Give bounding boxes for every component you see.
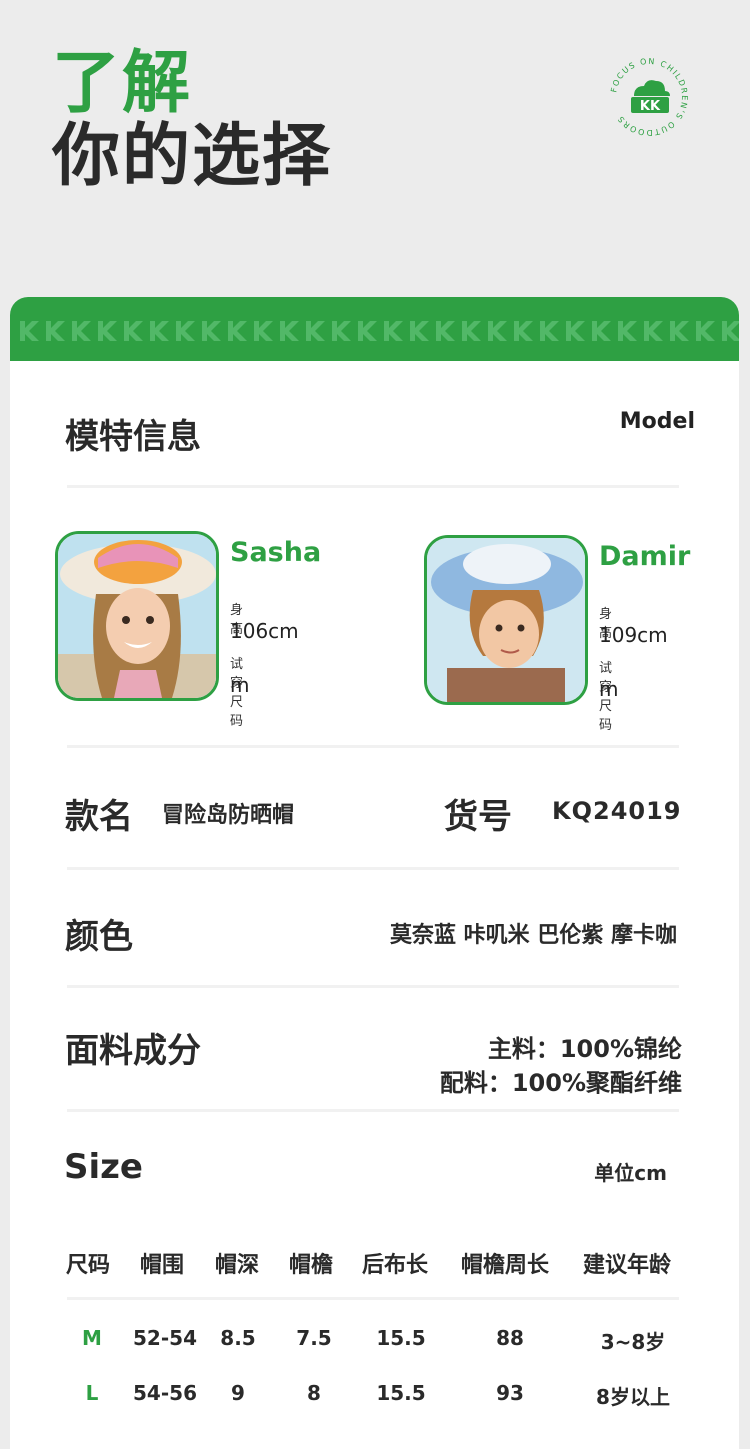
hero-title-line2: 你的选择 xyxy=(52,117,333,196)
k-pattern-mark xyxy=(98,321,117,341)
divider xyxy=(67,985,679,988)
table-cell: 7.5 xyxy=(296,1326,332,1350)
table-cell: 54-56 xyxy=(133,1381,197,1405)
k-pattern-mark xyxy=(514,321,533,341)
model-info-title: 模特信息 xyxy=(65,417,201,457)
sku-value: KQ24019 xyxy=(552,797,682,825)
k-pattern-mark xyxy=(254,321,273,341)
k-pattern-mark xyxy=(72,321,91,341)
size-header: 帽围 xyxy=(140,1253,185,1278)
model-photo-damir xyxy=(424,535,588,705)
k-pattern-band xyxy=(20,321,739,341)
k-pattern-mark xyxy=(280,321,299,341)
size-unit: 单位cm xyxy=(594,1161,667,1185)
k-pattern-mark xyxy=(644,321,663,341)
table-cell: 93 xyxy=(496,1381,524,1405)
k-pattern-mark xyxy=(150,321,169,341)
k-pattern-mark xyxy=(540,321,559,341)
model-name: Damir xyxy=(599,541,691,572)
size-header: 帽檐 xyxy=(289,1253,334,1278)
table-cell: 3~8岁 xyxy=(600,1330,666,1354)
k-pattern-mark xyxy=(618,321,637,341)
k-pattern-mark xyxy=(176,321,195,341)
k-pattern-mark xyxy=(592,321,611,341)
fabric-label: 面料成分 xyxy=(65,1031,201,1071)
table-cell: L xyxy=(85,1381,99,1405)
k-pattern-mark xyxy=(566,321,585,341)
table-cell: 8.5 xyxy=(220,1326,256,1350)
sku-label: 货号 xyxy=(444,797,512,837)
size-value: m xyxy=(230,673,250,697)
size-header: 帽深 xyxy=(215,1253,260,1278)
hero-title-line1: 了解 xyxy=(52,44,193,123)
badge-ring-text: FOCUS ON CHILDREN'S OUTDOORS xyxy=(609,57,687,137)
divider xyxy=(67,867,679,870)
badge-logo-text: KK xyxy=(640,99,661,114)
info-card: 模特信息 Model Sasha 身高 106cm 试穿尺码 m Damir 身… xyxy=(10,297,739,1449)
height-value: 109cm xyxy=(599,623,668,647)
k-pattern-mark xyxy=(332,321,351,341)
model-label-en: Model xyxy=(619,409,695,434)
size-header: 建议年龄 xyxy=(583,1253,672,1278)
product-name-label: 款名 xyxy=(65,797,133,837)
cloud-icon xyxy=(634,80,670,96)
height-value: 106cm xyxy=(230,619,299,643)
k-pattern-mark xyxy=(384,321,403,341)
k-pattern-mark xyxy=(202,321,221,341)
table-cell: 52-54 xyxy=(133,1326,197,1350)
k-pattern-mark xyxy=(358,321,377,341)
size-title: Size xyxy=(64,1147,143,1187)
color-values: 莫奈蓝 咔叽米 巴伦紫 摩卡咖 xyxy=(390,923,677,948)
table-cell: M xyxy=(82,1326,102,1350)
k-pattern-mark xyxy=(670,321,689,341)
divider xyxy=(67,745,679,748)
table-cell: 8 xyxy=(307,1381,321,1405)
fabric-main: 主料：100%锦纶 xyxy=(487,1035,682,1063)
divider xyxy=(67,485,679,488)
k-pattern-mark xyxy=(46,321,65,341)
k-pattern-mark xyxy=(306,321,325,341)
k-pattern-mark xyxy=(436,321,455,341)
k-pattern-mark xyxy=(20,321,39,341)
k-pattern-mark xyxy=(696,321,715,341)
k-pattern-mark xyxy=(488,321,507,341)
size-header: 帽檐周长 xyxy=(461,1253,550,1278)
table-cell: 15.5 xyxy=(376,1381,426,1405)
model-photo-sasha xyxy=(55,531,219,701)
table-cell: 9 xyxy=(231,1381,245,1405)
table-cell: 8岁以上 xyxy=(596,1385,670,1409)
table-cell: 15.5 xyxy=(376,1326,426,1350)
card-header-band xyxy=(10,297,739,361)
table-cell: 88 xyxy=(496,1326,524,1350)
svg-text:FOCUS ON CHILDREN'S OUTDOORS: FOCUS ON CHILDREN'S OUTDOORS xyxy=(609,57,689,137)
k-pattern-mark xyxy=(722,321,739,341)
color-label: 颜色 xyxy=(65,917,133,957)
model-name: Sasha xyxy=(230,537,322,568)
k-pattern-mark xyxy=(228,321,247,341)
size-header: 尺码 xyxy=(66,1253,111,1278)
k-pattern-mark xyxy=(462,321,481,341)
brand-badge: FOCUS ON CHILDREN'S OUTDOORS KK xyxy=(604,52,694,142)
divider xyxy=(67,1109,679,1112)
k-pattern-mark xyxy=(410,321,429,341)
product-name-value: 冒险岛防晒帽 xyxy=(162,803,295,828)
k-pattern-mark xyxy=(124,321,143,341)
size-header: 后布长 xyxy=(362,1253,429,1278)
divider xyxy=(67,1297,679,1300)
fabric-lining: 配料：100%聚酯纤维 xyxy=(439,1069,682,1097)
size-value: m xyxy=(599,677,619,701)
